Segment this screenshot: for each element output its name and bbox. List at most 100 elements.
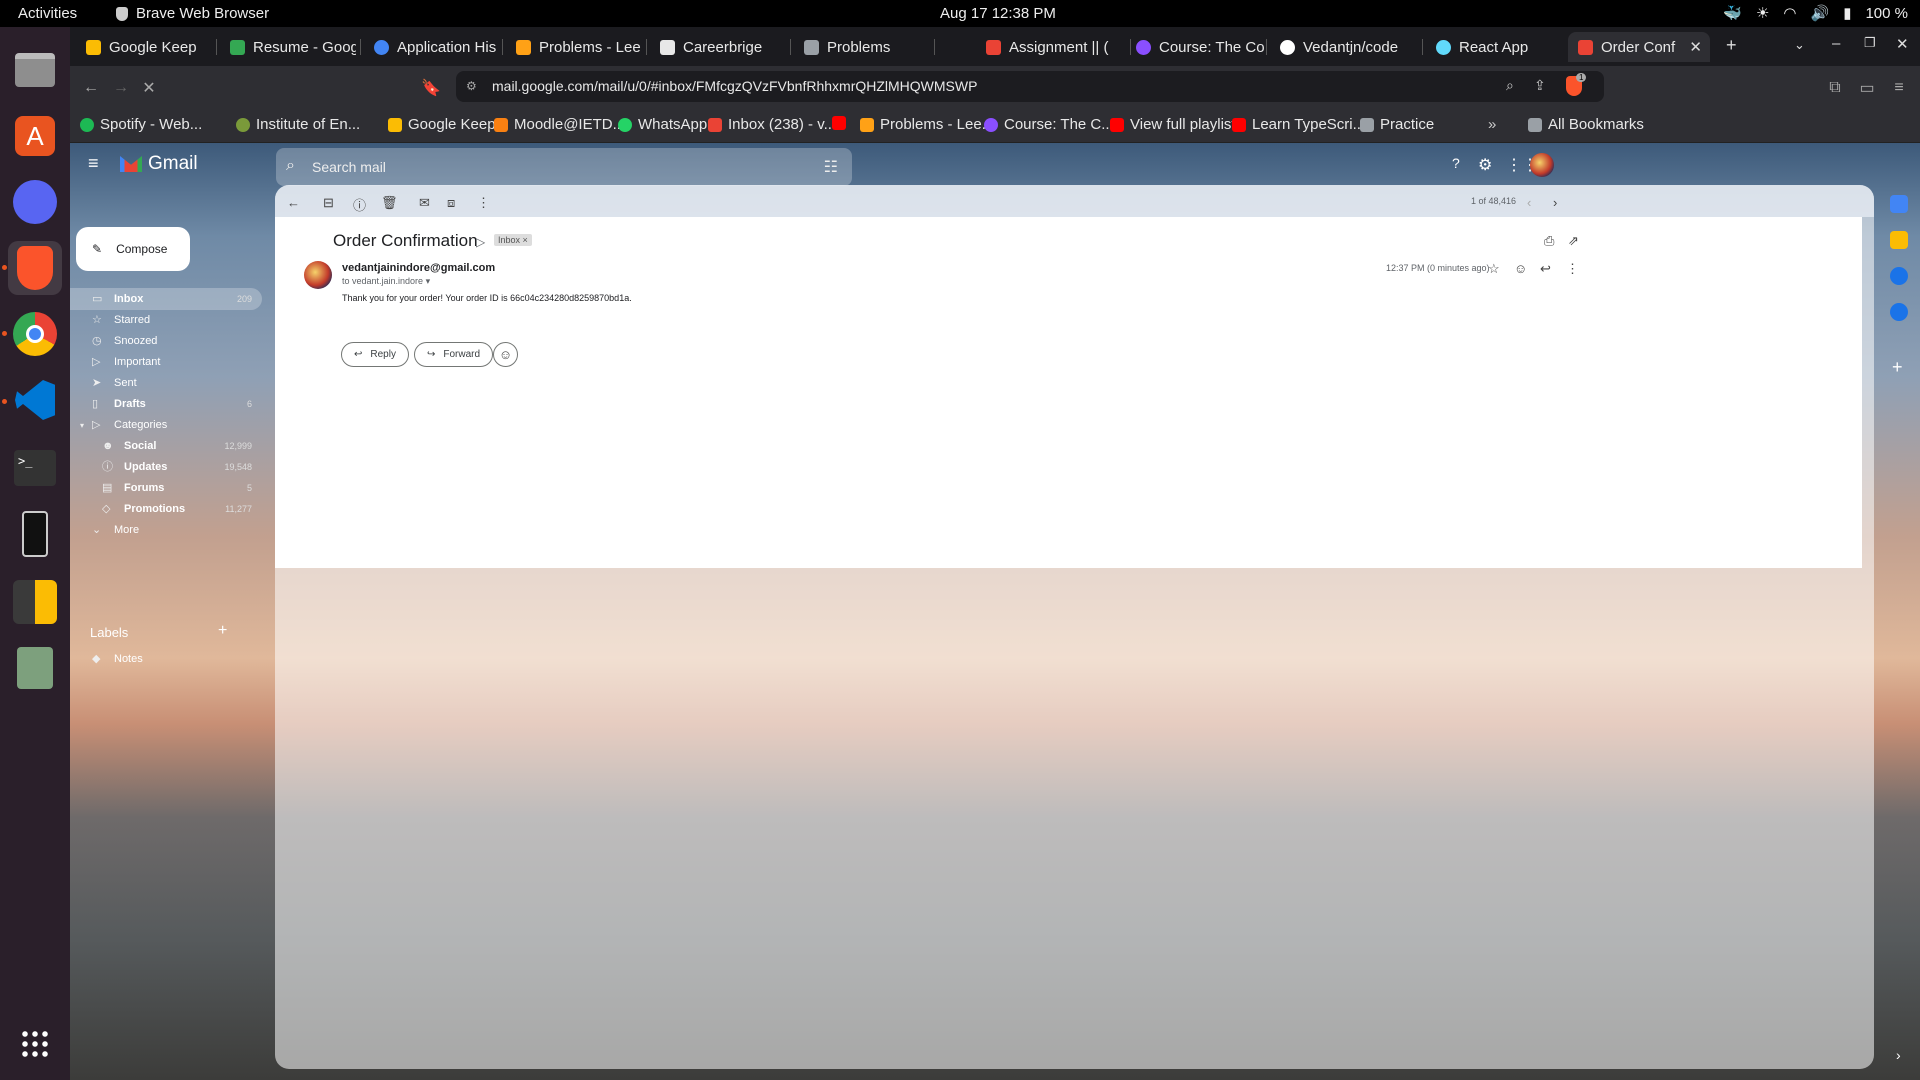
nav-forums[interactable]: ▤ Forums 5 — [70, 477, 262, 499]
gmail-logo[interactable]: Gmail — [120, 153, 198, 175]
sender-email[interactable]: vedantjainindore@gmail.com — [342, 262, 495, 274]
add-reaction-icon[interactable]: ☺ — [1514, 261, 1527, 276]
forward-button[interactable]: ↪ Forward — [414, 342, 494, 367]
label-notes[interactable]: ◆ Notes — [70, 648, 262, 670]
all-bookmarks[interactable]: All Bookmarks — [1528, 116, 1644, 133]
system-tray[interactable]: 🐳 ☀ ◠ 🔊 ▮ 100 % — [1723, 4, 1908, 23]
bookmark-inbox[interactable]: Inbox (238) - v... — [708, 116, 836, 133]
nav-important[interactable]: ▷ Important — [70, 351, 262, 373]
tab-problems-leetcode[interactable]: Problems - Lee — [506, 32, 642, 62]
bookmarks-overflow-icon[interactable]: » — [1488, 116, 1496, 133]
search-input[interactable]: Search mail — [312, 159, 386, 175]
window-close-icon[interactable]: ✕ — [1896, 35, 1909, 53]
search-icon[interactable]: ⌕ — [1506, 77, 1514, 94]
files-app-icon[interactable] — [8, 43, 62, 97]
notes-app-icon[interactable] — [8, 575, 62, 629]
forward-icon[interactable]: → — [110, 77, 132, 99]
open-in-new-window-icon[interactable]: ⇗ — [1568, 233, 1579, 249]
add-label-icon[interactable]: + — [218, 622, 227, 640]
bookmark-spotify[interactable]: Spotify - Web... — [80, 116, 202, 133]
nav-promotions[interactable]: ◇ Promotions 11,277 — [70, 498, 262, 520]
chevron-down-icon[interactable]: ▾ — [426, 276, 431, 286]
reply-button[interactable]: ↩ Reply — [341, 342, 409, 367]
compose-button[interactable]: ✎ Compose — [76, 227, 190, 271]
bookmark-moodle[interactable]: Moodle@IETD... — [494, 116, 625, 133]
chrome-icon[interactable] — [8, 307, 62, 361]
move-to-icon[interactable]: ⧈ — [447, 195, 455, 211]
active-app-menu[interactable]: Brave Web Browser — [116, 5, 269, 22]
reply-icon[interactable]: ↩ — [1540, 261, 1551, 277]
app-center-icon[interactable]: A — [8, 109, 62, 163]
expand-arrow-icon[interactable]: ▾ — [80, 421, 84, 430]
close-icon[interactable]: ✕ — [1689, 38, 1702, 56]
nav-updates[interactable]: ⓘ Updates 19,548 — [70, 456, 262, 478]
share-icon[interactable]: ⇪ — [1534, 77, 1546, 94]
search-bar[interactable]: ⌕ Search mail ☷ — [276, 148, 852, 186]
trash-icon[interactable] — [8, 641, 62, 695]
more-icon[interactable]: ⋮ — [1566, 261, 1579, 277]
bookmark-practice[interactable]: Practice — [1360, 116, 1434, 133]
extensions-icon[interactable]: ⧉ — [1824, 77, 1846, 99]
bookmark-institute[interactable]: Institute of En... — [236, 116, 360, 133]
get-addons-icon[interactable]: + — [1892, 357, 1903, 378]
tab-resume[interactable]: Resume - Goog — [220, 32, 356, 62]
bookmark-icon[interactable]: 🔖 — [420, 77, 442, 99]
nav-more[interactable]: ⌄ More — [70, 519, 262, 541]
account-avatar[interactable] — [1530, 153, 1554, 177]
site-info-icon[interactable]: ⚙ — [466, 79, 477, 93]
tab-assignment[interactable]: Assignment || ( — [976, 32, 1126, 62]
tab-github[interactable]: Vedantjn/code — [1270, 32, 1420, 62]
archive-icon[interactable]: ⊟ — [323, 195, 334, 211]
terminal-icon[interactable]: >_ — [8, 441, 62, 495]
show-side-panel-icon[interactable]: › — [1896, 1047, 1901, 1063]
back-icon[interactable]: ← — [80, 77, 102, 99]
tab-order-confirmation[interactable]: Order Conf ✕ — [1568, 32, 1710, 62]
wallet-icon[interactable]: ▭ — [1856, 77, 1878, 99]
nav-categories[interactable]: ▾ ▷ Categories — [70, 414, 262, 436]
tab-search-chevron-icon[interactable]: ⌄ — [1794, 37, 1805, 53]
sender-avatar[interactable] — [304, 261, 332, 289]
brave-dock-icon[interactable] — [8, 241, 62, 295]
tab-careerbrige[interactable]: Careerbrige — [650, 32, 786, 62]
contacts-icon[interactable] — [1890, 303, 1908, 321]
nav-sent[interactable]: ➤ Sent — [70, 372, 262, 394]
search-options-icon[interactable]: ☷ — [824, 157, 838, 177]
bookmark-course[interactable]: Course: The C... — [984, 116, 1114, 133]
minimize-icon[interactable]: – — [1832, 35, 1840, 52]
vscode-icon[interactable] — [8, 373, 62, 427]
delete-icon[interactable]: 🗑 — [381, 195, 398, 211]
newer-icon[interactable]: ‹ — [1527, 195, 1531, 210]
keep-icon[interactable] — [1890, 231, 1908, 249]
help-icon[interactable]: ? — [1452, 155, 1460, 171]
nav-inbox[interactable]: ▭ Inbox 209 — [70, 288, 262, 310]
more-options-icon[interactable]: ⋮ — [477, 195, 490, 211]
nav-snoozed[interactable]: ◷ Snoozed — [70, 330, 262, 352]
inbox-label-chip[interactable]: Inbox × — [494, 234, 532, 246]
search-icon[interactable]: ⌕ — [286, 157, 295, 175]
bookmark-youtube[interactable] — [832, 116, 852, 130]
older-icon[interactable]: › — [1553, 195, 1557, 210]
report-spam-icon[interactable]: ⓘ — [353, 195, 366, 214]
show-apps-icon[interactable] — [8, 1017, 62, 1071]
nav-social[interactable]: ☻ Social 12,999 — [70, 435, 262, 457]
bookmark-google-keep[interactable]: Google Keep — [388, 116, 496, 133]
tab-problems[interactable]: Problems — [794, 32, 930, 62]
print-icon[interactable]: ⎙ — [1544, 233, 1554, 249]
activities-button[interactable]: Activities — [18, 5, 77, 22]
kdeconnect-icon[interactable] — [8, 507, 62, 561]
tab-react-app[interactable]: React App — [1426, 32, 1562, 62]
emoji-reaction-button[interactable]: ☺ — [493, 342, 518, 367]
address-bar[interactable]: ⚙ mail.google.com/mail/u/0/#inbox/FMfcgz… — [456, 71, 1604, 102]
stop-loading-icon[interactable]: ✕ — [138, 77, 160, 99]
tasks-icon[interactable] — [1890, 267, 1908, 285]
mark-unread-icon[interactable]: ✉ — [419, 195, 430, 211]
tab-google-keep[interactable]: Google Keep — [76, 32, 212, 62]
bookmark-typescript[interactable]: Learn TypeScri... — [1232, 116, 1365, 133]
bookmark-whatsapp[interactable]: WhatsApp — [618, 116, 707, 133]
bookmark-problems-leetcode[interactable]: Problems - Lee... — [860, 116, 994, 133]
clock[interactable]: Aug 17 12:38 PM — [940, 5, 1056, 22]
important-marker-icon[interactable]: ▷ — [476, 235, 485, 249]
star-icon[interactable]: ☆ — [1488, 261, 1500, 277]
back-to-inbox-icon[interactable]: ← — [287, 195, 300, 210]
menu-icon[interactable]: ≡ — [1888, 77, 1910, 99]
